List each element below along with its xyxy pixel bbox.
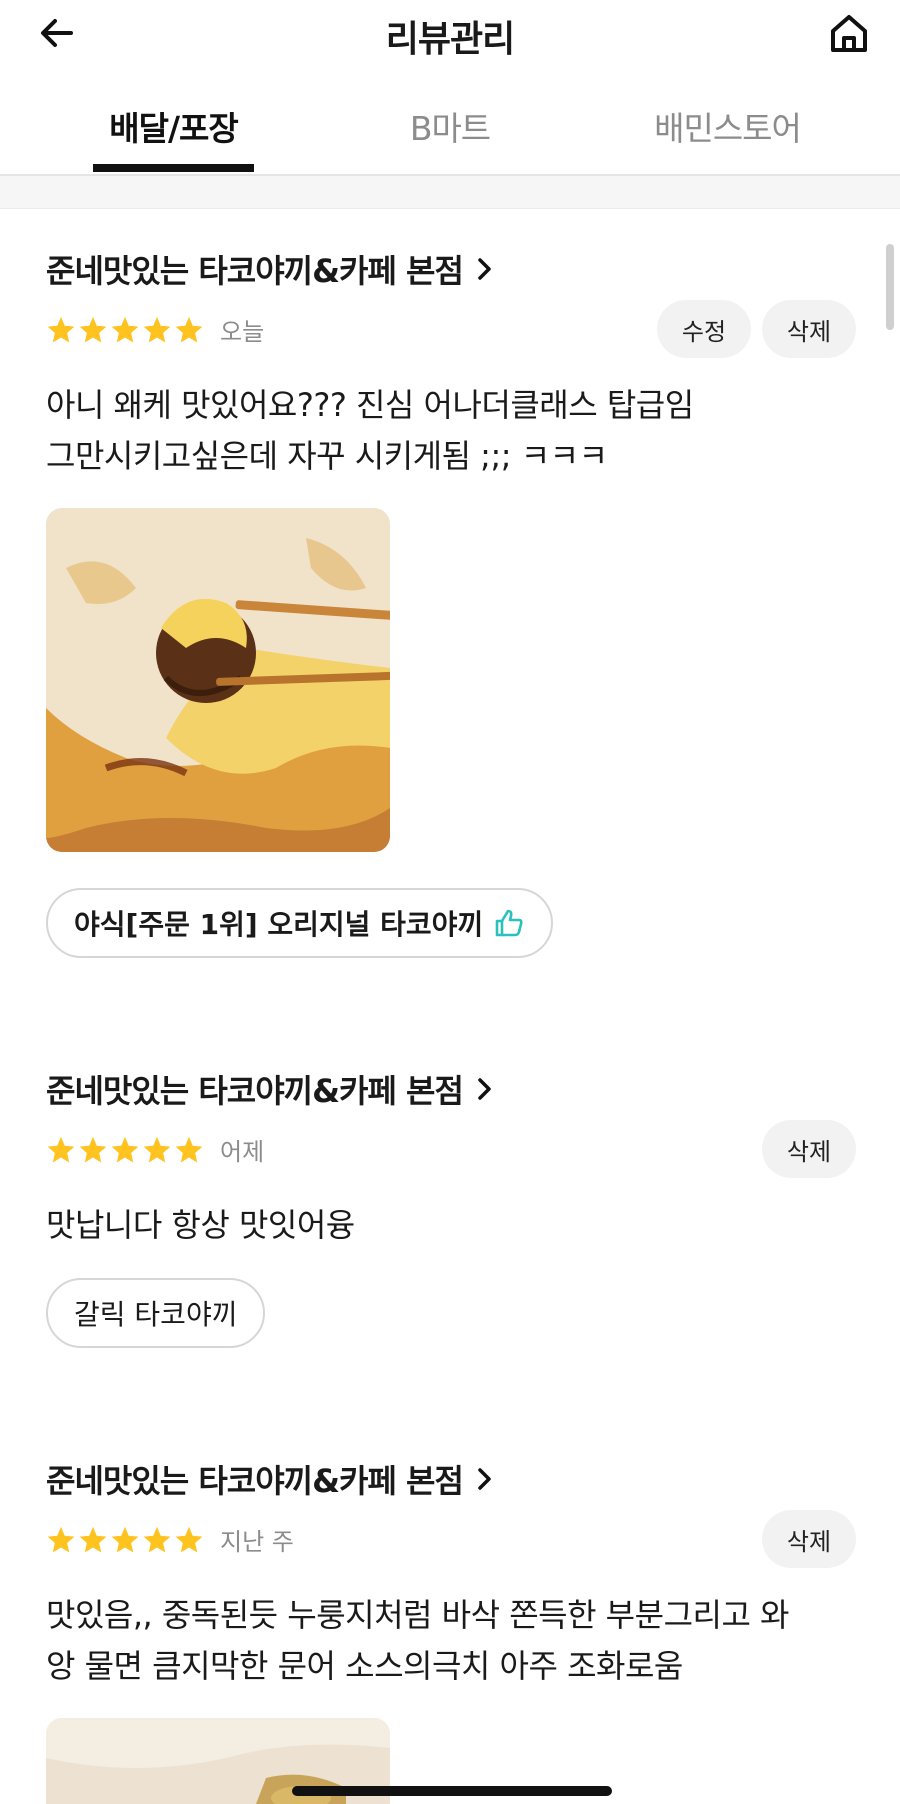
section-divider xyxy=(0,176,900,209)
scrollbar[interactable] xyxy=(886,244,894,330)
menu-tag[interactable]: 갈릭 타코야끼 xyxy=(46,1278,266,1348)
chevron-right-icon xyxy=(475,1466,495,1492)
delete-button[interactable]: 삭제 xyxy=(762,300,856,358)
star-icon xyxy=(175,1136,203,1162)
review-text: 아니 왜케 맛있어요??? 진심 어나더클래스 탑급임 그만시키고싶은데 자꾸 … xyxy=(46,386,694,475)
star-icon xyxy=(175,1526,203,1552)
edit-button[interactable]: 수정 xyxy=(657,300,751,358)
store-name: 준네맛있는 타코야끼&카페 본점 xyxy=(46,252,464,290)
star-icon xyxy=(47,1526,75,1552)
star-icon xyxy=(47,316,75,342)
home-indicator xyxy=(292,1786,612,1796)
rating-stars: 어제 xyxy=(46,1132,264,1167)
tab-delivery[interactable]: 배달/포장 xyxy=(93,102,254,150)
star-icon xyxy=(143,1136,171,1162)
rating-stars: 지난 주 xyxy=(46,1522,294,1557)
star-icon xyxy=(111,1136,139,1162)
delete-button[interactable]: 삭제 xyxy=(762,1120,856,1178)
star-icon xyxy=(79,1136,107,1162)
star-icon xyxy=(111,1526,139,1552)
menu-name: 갈릭 타코야끼 xyxy=(74,1298,238,1331)
tab-bar: 배달/포장 B마트 배민스토어 xyxy=(0,96,900,176)
page-title: 리뷰관리 xyxy=(385,19,515,60)
store-name: 준네맛있는 타코야끼&카페 본점 xyxy=(46,1462,464,1500)
store-name: 준네맛있는 타코야끼&카페 본점 xyxy=(46,1072,464,1110)
star-icon xyxy=(175,316,203,342)
star-icon xyxy=(143,1526,171,1552)
chevron-right-icon xyxy=(475,256,495,282)
review-text: 맛납니다 항상 맛잇어융 xyxy=(46,1206,355,1244)
top-bar: 리뷰관리 xyxy=(0,0,900,66)
review-date: 지난 주 xyxy=(220,1528,294,1556)
delete-button[interactable]: 삭제 xyxy=(762,1510,856,1568)
rating-stars: 오늘 xyxy=(46,312,264,347)
review-text: 맛있음,, 중독된듯 누룽지처럼 바삭 쫀득한 부분그리고 와 앙 물면 큼지막… xyxy=(46,1596,790,1685)
home-icon xyxy=(831,15,867,52)
star-icon xyxy=(79,1526,107,1552)
star-icon xyxy=(47,1136,75,1162)
review-date: 어제 xyxy=(220,1138,265,1166)
star-icon xyxy=(111,316,139,342)
active-tab-indicator xyxy=(93,164,254,172)
review-date: 오늘 xyxy=(220,318,265,346)
store-name-link[interactable]: 준네맛있는 타코야끼&카페 본점 xyxy=(46,246,495,292)
store-name-link[interactable]: 준네맛있는 타코야끼&카페 본점 xyxy=(46,1066,495,1112)
star-icon xyxy=(79,316,107,342)
menu-tag[interactable]: 야식[주문 1위] 오리지널 타코야끼 xyxy=(46,888,554,958)
chevron-right-icon xyxy=(475,1076,495,1102)
review-photo[interactable] xyxy=(46,508,390,852)
tab-bmart[interactable]: B마트 xyxy=(380,102,520,150)
star-icon xyxy=(143,316,171,342)
thumbs-up-icon xyxy=(493,907,525,939)
home-button[interactable] xyxy=(824,8,874,58)
store-name-link[interactable]: 준네맛있는 타코야끼&카페 본점 xyxy=(46,1456,495,1502)
tab-baemin-store[interactable]: 배민스토어 xyxy=(640,102,815,150)
menu-name: 야식[주문 1위] 오리지널 타코야끼 xyxy=(74,908,484,941)
